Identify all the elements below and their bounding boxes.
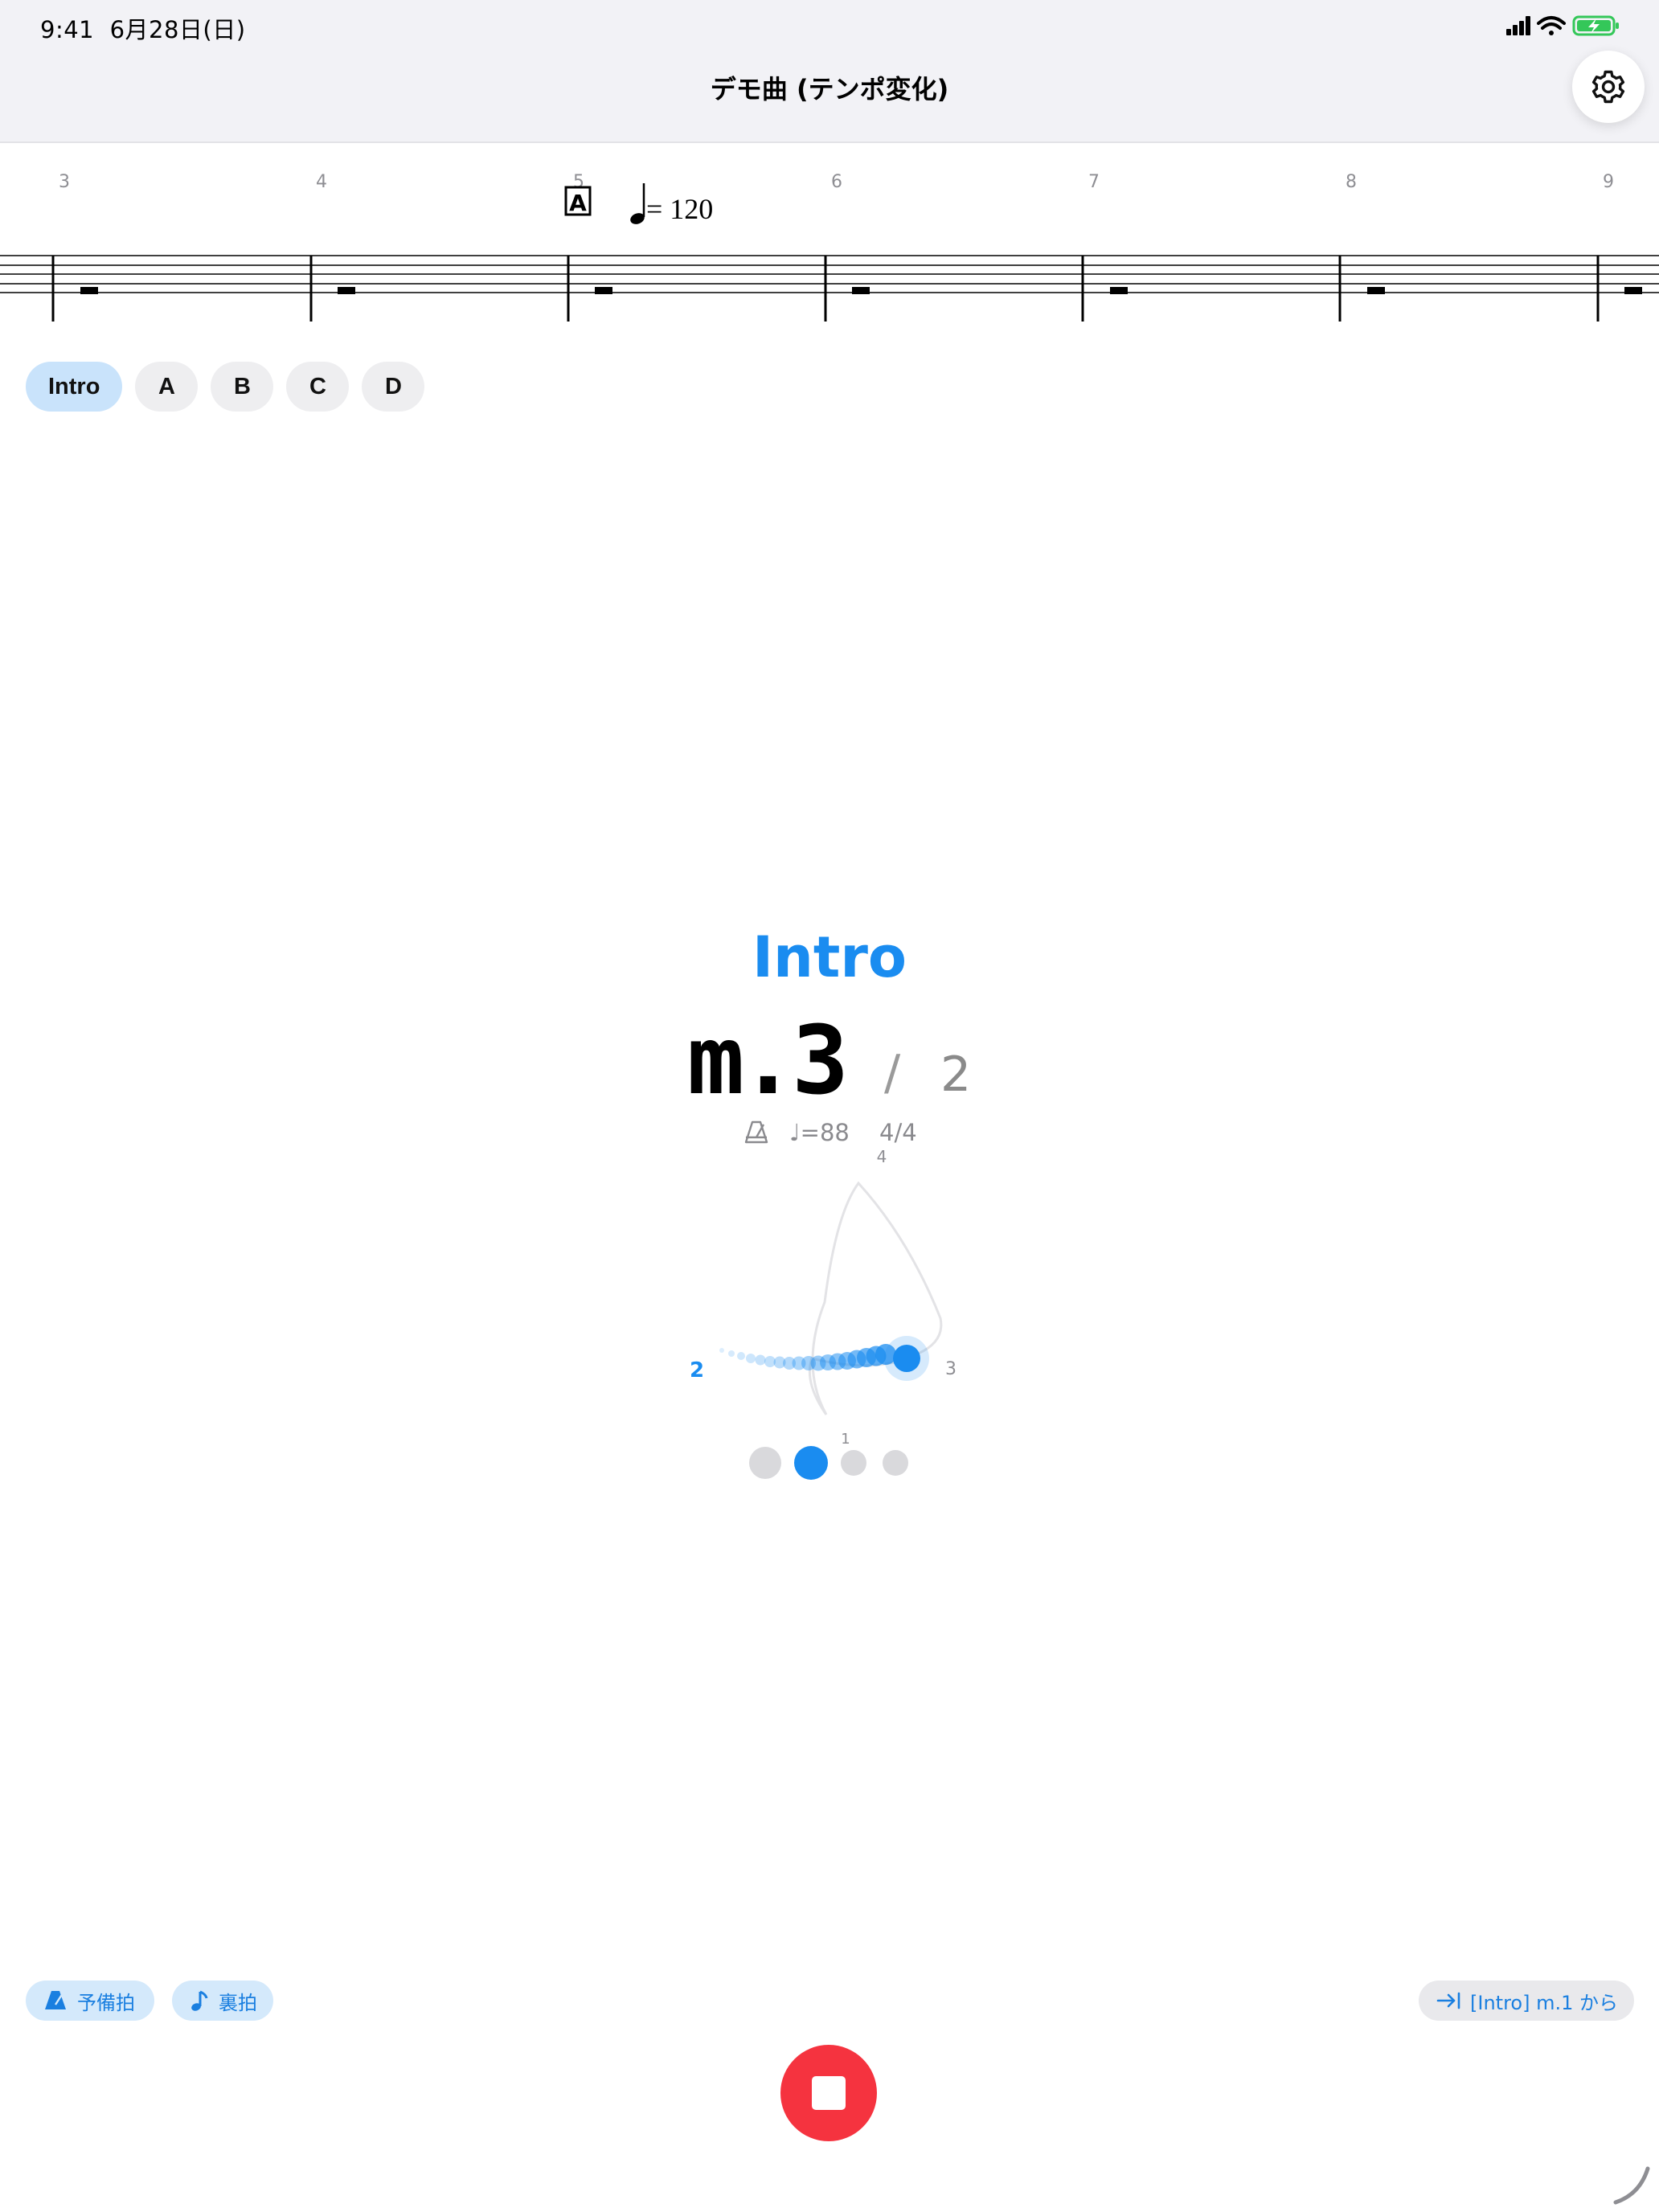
metronome-icon: [45, 1991, 66, 2009]
music-note-icon: [191, 1990, 208, 2011]
beat-indicator: [749, 1445, 910, 1481]
settings-button[interactable]: [1572, 51, 1645, 123]
tempo-marking-label: = 120: [646, 193, 713, 225]
measure-separator: /: [884, 1045, 901, 1101]
section-chip-d[interactable]: D: [362, 362, 425, 412]
status-time: 9:41 6月28日(日): [40, 11, 246, 45]
measure-current: m.3: [687, 1005, 849, 1116]
section-chip-a[interactable]: A: [135, 362, 199, 412]
wifi-icon: [1537, 16, 1566, 35]
battery-charging-icon: [1572, 15, 1619, 36]
rehearsal-mark: A: [564, 186, 592, 216]
stop-icon: [812, 2076, 846, 2110]
scribble-indicator-icon: [1613, 2166, 1650, 2205]
stop-button[interactable]: [780, 2045, 877, 2141]
prep-beat-toggle[interactable]: 予備拍: [26, 1981, 154, 2021]
cellular-signal-icon: [1506, 16, 1530, 35]
top-bar: 9:41 6月28日(日) デモ曲 (テンポ変化): [0, 0, 1659, 143]
rehearsal-mark-label: A: [569, 190, 587, 216]
offbeat-toggle[interactable]: 裏拍: [172, 1981, 273, 2021]
beat-label-1: 1: [841, 1431, 850, 1447]
section-chip-b[interactable]: B: [211, 362, 274, 412]
beat-label-3: 3: [945, 1359, 956, 1379]
measure-total: 2: [940, 1047, 972, 1103]
offbeat-label: 裏拍: [219, 1991, 257, 2014]
section-selector: Intro A B C D: [26, 362, 425, 412]
start-position-button[interactable]: [Intro] m.1 から: [1419, 1981, 1634, 2021]
beat-label-4: 4: [877, 1147, 887, 1166]
status-date: 6月28日(日): [109, 16, 246, 43]
staff-lines: [0, 255, 1659, 293]
beat-dot: [883, 1450, 908, 1476]
current-section-name: Intro: [752, 924, 907, 990]
start-position-label: [Intro] m.1 から: [1470, 1991, 1618, 2014]
section-chip-intro[interactable]: Intro: [26, 362, 123, 412]
status-icons: [1506, 15, 1619, 36]
jump-to-icon: [1436, 1992, 1460, 2009]
beat-dot: [841, 1450, 866, 1476]
measure-number: 9: [1603, 172, 1614, 192]
beat-dot-active: [794, 1446, 828, 1480]
conducting-diagram: 4 2 3 1: [690, 1147, 956, 1447]
measure-number: 4: [316, 172, 327, 192]
beat-label-2: 2: [690, 1358, 704, 1382]
tempo-marking: = 120: [630, 183, 713, 225]
measure-number: 7: [1088, 172, 1100, 192]
page-title: デモ曲 (テンポ変化): [710, 74, 949, 104]
status-clock: 9:41: [40, 16, 95, 43]
beat-dot: [749, 1447, 781, 1479]
measure-number: 6: [831, 172, 842, 192]
prep-beat-label: 予備拍: [77, 1991, 135, 2014]
score-strip[interactable]: 3 4 5 6 7 8 9 A = 120: [0, 145, 1659, 330]
measure-number: 8: [1346, 172, 1357, 192]
section-chip-c[interactable]: C: [286, 362, 350, 412]
measure-number: 3: [59, 172, 70, 192]
gear-icon: [1591, 70, 1625, 104]
